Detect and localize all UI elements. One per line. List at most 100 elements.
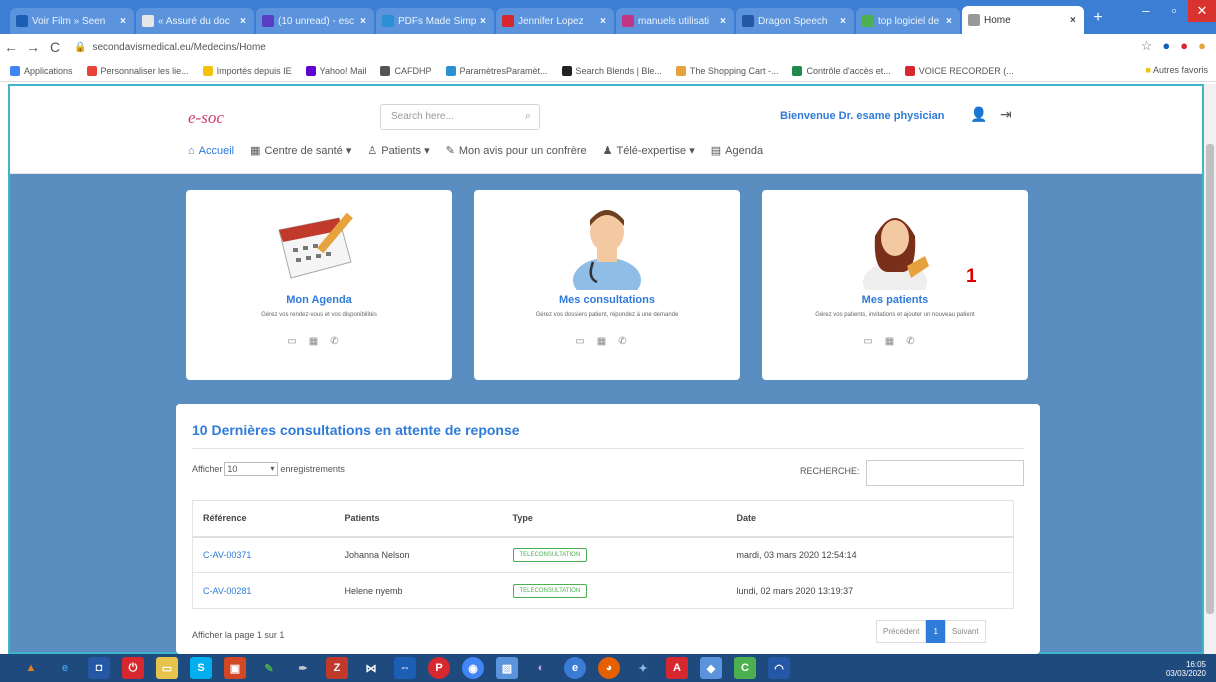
bookmark-item[interactable]: Importés depuis IE (202, 65, 292, 76)
chat-icon[interactable]: ▦ (309, 336, 330, 347)
edge-icon[interactable]: e (564, 657, 586, 679)
chat-icon[interactable]: ▦ (885, 336, 906, 347)
close-tab-icon[interactable]: × (480, 16, 488, 27)
card-mes-patients[interactable]: Mes patients Gérez vos patients, invitat… (762, 190, 1028, 380)
dragon-icon[interactable]: ◆ (700, 657, 722, 679)
close-tab-icon[interactable]: × (840, 16, 848, 27)
menu-item-tele-expertise[interactable]: ♟ Télé-expertise ▾ (603, 144, 695, 157)
headset-icon[interactable]: ◠ (768, 657, 790, 679)
chat-icon[interactable]: ▦ (597, 336, 618, 347)
bookmark-item[interactable]: ParamètresParamèt... (445, 65, 548, 76)
search-icon[interactable]: ⌕ (525, 110, 531, 123)
system-clock[interactable]: 16:05 03/03/2020 (1166, 660, 1206, 678)
menu-item-agenda[interactable]: ▤ Agenda (711, 144, 763, 158)
card-mes-consultations[interactable]: Mes consultations Gérez vos dossiers pat… (474, 190, 740, 380)
bookmark-item[interactable]: VOICE RECORDER (... (904, 65, 1014, 76)
power-app-icon[interactable]: ⏻ (122, 657, 144, 679)
bookmark-item[interactable]: Contrôle d'accès et... (792, 65, 891, 76)
file-explorer-icon[interactable]: ▭ (156, 657, 178, 679)
star-icon[interactable]: ☆ (1141, 38, 1153, 54)
browser-tab[interactable]: (10 unread) - esc × (256, 8, 374, 34)
extension-icon[interactable]: ● (1180, 38, 1188, 54)
teamviewer-icon[interactable]: ⇔ (394, 657, 416, 679)
video-icon[interactable]: ▭ (287, 336, 308, 347)
bookmark-item[interactable]: The Shopping Cart -... (675, 65, 778, 76)
search-input[interactable]: Search here... ⌕ (380, 104, 540, 130)
maximize-button[interactable]: ▫ (1160, 0, 1188, 22)
column-header[interactable]: Référence (192, 500, 335, 538)
column-header[interactable]: Date (726, 500, 1014, 538)
vlc-icon[interactable]: ▲ (20, 657, 42, 679)
bookmark-item[interactable]: Personnaliser les lie... (86, 65, 189, 76)
next-page-button[interactable]: Suivant (944, 620, 986, 643)
column-header[interactable]: Type (502, 500, 727, 538)
phone-icon[interactable]: ✆ (906, 336, 926, 347)
menu-item-patients[interactable]: ♙ Patients ▾ (367, 144, 429, 157)
close-tab-icon[interactable]: × (360, 16, 368, 27)
browser-tab[interactable]: Dragon Speech × (736, 8, 854, 34)
page-length-select[interactable]: 10 ▾ (224, 462, 279, 476)
app-icon[interactable]: ◐ (530, 657, 552, 679)
pen-icon[interactable]: ✒ (292, 657, 314, 679)
opera-extension-icon[interactable]: ● (1162, 38, 1170, 54)
reference-link[interactable]: C-AV-00281 (192, 572, 335, 609)
phone-icon[interactable]: ✆ (330, 336, 350, 347)
visual-studio-icon[interactable]: ⋈ (360, 657, 382, 679)
url-field[interactable]: 🔒 secondavismedical.eu/Medecins/Home (74, 42, 266, 53)
close-tab-icon[interactable]: × (946, 16, 954, 27)
bookmark-item[interactable]: Search Blends | Ble... (561, 65, 662, 76)
video-icon[interactable]: ▭ (575, 336, 596, 347)
phone-icon[interactable]: ✆ (618, 336, 638, 347)
menu-item-accueil[interactable]: ⌂ Accueil (188, 144, 234, 157)
browser-tab-active[interactable]: Home × (962, 6, 1084, 34)
filezilla-icon[interactable]: Z (326, 657, 348, 679)
page-button-1[interactable]: 1 (926, 620, 945, 643)
close-tab-icon[interactable]: × (720, 16, 728, 27)
table-search-input[interactable] (866, 460, 1024, 486)
card-mon-agenda[interactable]: Mon Agenda Gérez vos rendez-vous et vos … (186, 190, 452, 380)
vertical-scrollbar[interactable] (1204, 84, 1216, 654)
menu-item-centre-de-sante[interactable]: ▦ Centre de santé ▾ (250, 144, 351, 157)
logout-icon[interactable]: ⇥ (1000, 106, 1012, 123)
reference-link[interactable]: C-AV-00371 (192, 536, 335, 573)
browser-tab[interactable]: PDFs Made Simp × (376, 8, 494, 34)
browser-tab[interactable]: Jennifer Lopez × (496, 8, 614, 34)
menu-item-mon-avis[interactable]: ✎ Mon avis pour un confrère (446, 144, 587, 158)
internet-explorer-icon[interactable]: e (54, 657, 76, 679)
back-button[interactable]: ← (0, 39, 22, 55)
new-tab-button[interactable]: + (1088, 8, 1108, 28)
chrome-icon[interactable]: ◉ (462, 657, 484, 679)
video-icon[interactable]: ▭ (863, 336, 884, 347)
profile-icon[interactable]: ● (1198, 38, 1206, 54)
other-bookmarks[interactable]: ■ Autres favoris (1146, 65, 1208, 75)
scrollbar-thumb[interactable] (1206, 144, 1214, 614)
minimize-button[interactable]: – (1132, 0, 1160, 22)
column-header[interactable]: Patients (334, 500, 503, 538)
camtasia-icon[interactable]: C (734, 657, 756, 679)
paint-icon[interactable]: ✎ (258, 657, 280, 679)
app-logo[interactable]: e-soc (188, 108, 224, 128)
bookmark-item[interactable]: Yahoo! Mail (305, 65, 366, 76)
network-app-icon[interactable]: ✦ (632, 657, 654, 679)
bookmark-item[interactable]: Applications (10, 65, 73, 76)
reload-button[interactable]: C (44, 39, 66, 55)
close-window-button[interactable]: ✕ (1188, 0, 1216, 22)
bookmark-item[interactable]: CAFDHP (380, 65, 432, 76)
browser-tab[interactable]: « Assuré du doc × (136, 8, 254, 34)
browser-tab[interactable]: manuels utilisati × (616, 8, 734, 34)
close-tab-icon[interactable]: × (120, 16, 128, 27)
close-tab-icon[interactable]: × (1070, 15, 1078, 26)
skype-icon[interactable]: S (190, 657, 212, 679)
forward-button[interactable]: → (22, 39, 44, 55)
browser-tab[interactable]: Voir Film » Seen × (10, 8, 134, 34)
snipping-tool-icon[interactable]: ▨ (496, 657, 518, 679)
previous-page-button[interactable]: Précédent (876, 620, 927, 643)
user-profile-icon[interactable]: 👤 (970, 106, 987, 123)
powerpoint-icon[interactable]: ▣ (224, 657, 246, 679)
acrobat-icon[interactable]: A (666, 657, 688, 679)
pdf-app-icon[interactable]: P (428, 657, 450, 679)
close-tab-icon[interactable]: × (240, 16, 248, 27)
app-icon[interactable]: ◘ (88, 657, 110, 679)
browser-tab[interactable]: top logiciel de × (856, 8, 960, 34)
close-tab-icon[interactable]: × (600, 16, 608, 27)
